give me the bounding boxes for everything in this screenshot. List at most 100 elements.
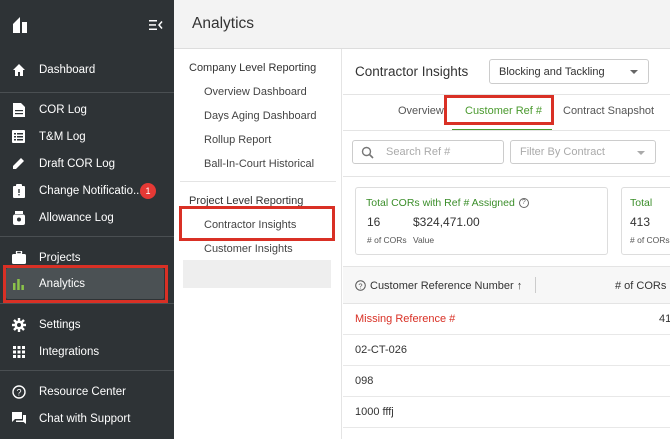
grid-icon [11, 344, 26, 359]
sidebar-divider [0, 92, 174, 93]
chevron-down-icon [637, 151, 645, 155]
tab-contract-snapshot[interactable]: Contract Snapshot [563, 105, 654, 117]
tab-overview[interactable]: Overview [398, 105, 444, 117]
chat-icon [11, 411, 26, 426]
sidebar-item-label: Chat with Support [39, 412, 131, 425]
card-title: Total CORs with Ref # Assigned? [366, 197, 529, 209]
sidebar-item-tm-log[interactable]: T&M Log [0, 123, 174, 150]
sidebar-item-label: COR Log [39, 103, 87, 116]
sidebar-item-analytics[interactable]: Analytics [0, 270, 174, 297]
contractor-insights-panel: Contractor Insights Blocking and Tacklin… [343, 49, 670, 439]
tab-customer-ref[interactable]: Customer Ref # [465, 105, 542, 117]
subnav-ball-in-court-historical[interactable]: Ball-In-Court Historical [204, 158, 314, 170]
project-level-heading: Project Level Reporting [189, 195, 304, 207]
reference-cell: 02-CT-026 [355, 344, 407, 356]
card-count: 413 [630, 215, 651, 229]
table-row[interactable]: 02-CT-026 [343, 335, 670, 366]
sidebar-divider [0, 370, 174, 371]
svg-text:?: ? [16, 387, 21, 397]
sidebar-item-allowance-log[interactable]: Allowance Log [0, 204, 174, 231]
bar-chart-icon [11, 276, 26, 291]
filter-placeholder: Filter By Contract [520, 146, 605, 158]
home-icon [11, 62, 26, 77]
sidebar-item-draft-cor-log[interactable]: Draft COR Log [0, 150, 174, 177]
table-row[interactable]: Missing Reference # 41 [343, 304, 670, 335]
sidebar-item-label: Allowance Log [39, 211, 114, 224]
main-area: Analytics Company Level Reporting Overvi… [174, 0, 670, 439]
collapse-sidebar-icon[interactable] [149, 18, 163, 32]
page-title: Analytics [192, 15, 255, 32]
card-value-label: Value [413, 235, 435, 245]
reporting-subnav: Company Level Reporting Overview Dashboa… [174, 49, 342, 439]
sidebar-item-label: Integrations [39, 345, 100, 358]
reference-cell: Missing Reference # [355, 313, 456, 325]
sidebar-item-label: Resource Center [39, 385, 126, 398]
tabs-divider [343, 130, 670, 131]
sidebar-item-label: Change Notificatio... [39, 184, 143, 197]
help-icon[interactable]: ? [355, 280, 366, 291]
company-level-heading: Company Level Reporting [189, 62, 317, 74]
header-divider [343, 94, 670, 95]
sidebar-item-change-notifications[interactable]: Change Notificatio... 1 [0, 177, 174, 204]
search-ref-input[interactable]: Search Ref # [352, 140, 504, 164]
sidebar-item-resource-center[interactable]: ? Resource Center [0, 378, 174, 405]
sidebar-divider [0, 303, 174, 304]
page-header: Analytics [174, 0, 670, 49]
help-icon[interactable]: ? [518, 198, 529, 209]
app-logo-icon[interactable] [12, 16, 30, 34]
sidebar-item-projects[interactable]: Projects [0, 244, 174, 271]
briefcase-icon [11, 250, 26, 265]
sidebar-divider [0, 236, 174, 237]
reference-cell: 1000 fffj [355, 406, 394, 418]
sidebar-item-settings[interactable]: Settings [0, 311, 174, 338]
help-circle-icon: ? [11, 384, 26, 399]
table-row[interactable]: 1000 fffj [343, 397, 670, 428]
active-subnav-highlight [183, 260, 331, 288]
sidebar-item-label: Projects [39, 251, 81, 264]
gear-icon [11, 317, 26, 332]
subnav-customer-insights[interactable]: Customer Insights [204, 243, 293, 255]
sidebar: Dashboard COR Log T&M Log Draft COR Log … [0, 0, 174, 439]
reference-cell: 098 [355, 375, 374, 387]
subnav-overview-dashboard[interactable]: Overview Dashboard [204, 86, 307, 98]
card-count: 16 [367, 215, 381, 229]
clipboard-icon [11, 183, 26, 198]
subnav-contractor-insights[interactable]: Contractor Insights [204, 219, 296, 231]
pencil-icon [11, 156, 26, 171]
filter-by-contract-select[interactable]: Filter By Contract [510, 140, 656, 164]
sidebar-item-chat-with-support[interactable]: Chat with Support [0, 405, 174, 432]
document-icon [11, 102, 26, 117]
count-cell: 41 [659, 313, 670, 325]
sidebar-item-integrations[interactable]: Integrations [0, 338, 174, 365]
notification-badge: 1 [140, 182, 156, 199]
subnav-days-aging-dashboard[interactable]: Days Aging Dashboard [204, 110, 317, 122]
search-placeholder: Search Ref # [386, 146, 451, 158]
card-total-cors: Total 413 # of CORs [621, 187, 670, 255]
card-count-label: # of CORs [630, 235, 670, 245]
search-icon [361, 146, 374, 159]
column-customer-reference-number[interactable]: Customer Reference Number ↑ [370, 280, 522, 292]
sort-arrow-up-icon: ↑ [516, 280, 523, 292]
sidebar-item-label: Settings [39, 318, 81, 331]
section-title: Contractor Insights [355, 64, 469, 79]
card-title: Total [630, 197, 653, 209]
jar-icon [11, 210, 26, 225]
table-row[interactable]: 098 [343, 366, 670, 397]
sidebar-item-cor-log[interactable]: COR Log [0, 96, 174, 123]
list-icon [11, 129, 26, 144]
filters-divider [343, 176, 670, 177]
sidebar-item-dashboard[interactable]: Dashboard [0, 56, 174, 83]
subnav-rollup-report[interactable]: Rollup Report [204, 134, 271, 146]
chevron-down-icon [630, 70, 638, 74]
project-dropdown[interactable]: Blocking and Tackling [489, 59, 649, 84]
column-num-cors[interactable]: # of CORs [615, 280, 666, 292]
card-cors-with-ref: Total CORs with Ref # Assigned? 16 # of … [355, 187, 608, 255]
sidebar-item-label: Draft COR Log [39, 157, 116, 170]
column-separator [535, 277, 536, 293]
card-value: $324,471.00 [413, 215, 480, 229]
project-dropdown-value: Blocking and Tackling [499, 65, 605, 78]
svg-text:?: ? [358, 281, 362, 290]
table-header: ? Customer Reference Number ↑ # of CORs [343, 266, 670, 304]
subnav-divider [180, 181, 336, 182]
sidebar-item-label: Dashboard [39, 63, 96, 76]
